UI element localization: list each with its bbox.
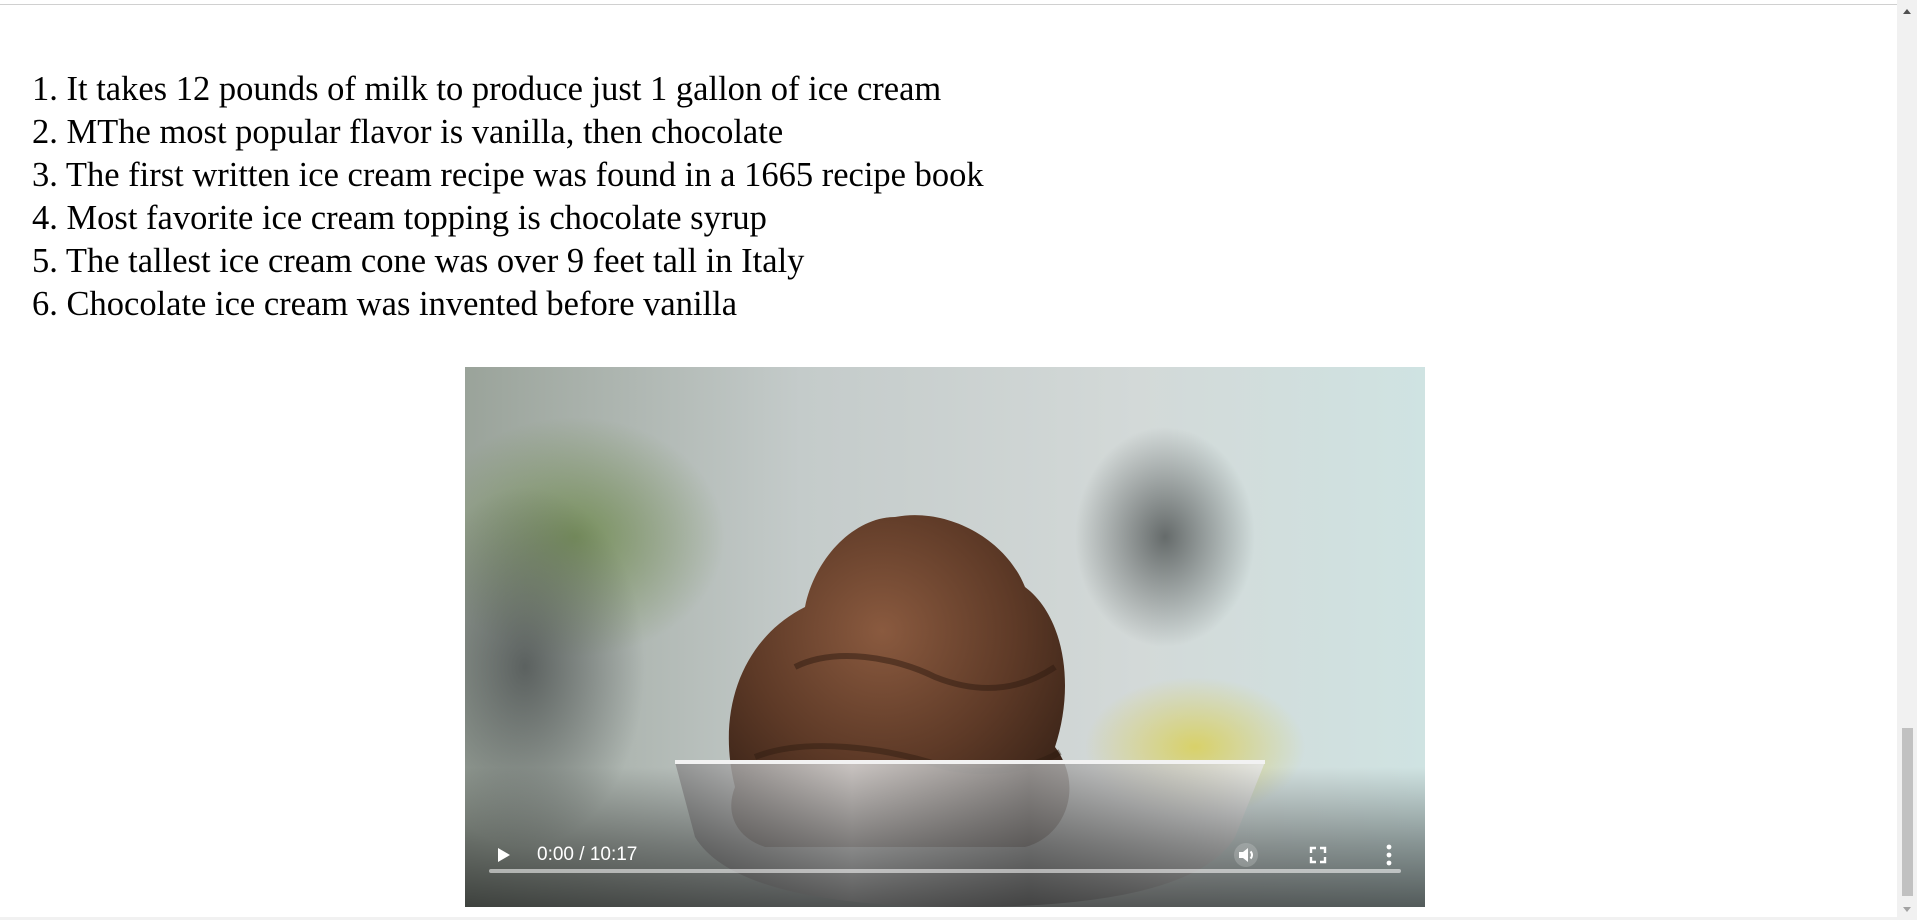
scroll-up-arrow-icon [1903, 8, 1911, 14]
video-player[interactable]: 0:00 / 10:17 [465, 367, 1425, 907]
vertical-scrollbar[interactable] [1897, 0, 1917, 920]
scroll-down-arrow-icon [1903, 906, 1911, 912]
video-progress-bar[interactable] [489, 869, 1401, 873]
mute-button[interactable] [1228, 837, 1264, 873]
more-options-icon [1386, 844, 1392, 866]
more-options-button[interactable] [1371, 837, 1407, 873]
fact-item: 6. Chocolate ice cream was invented befo… [32, 285, 738, 323]
video-time-display: 0:00 / 10:17 [537, 844, 638, 865]
scrollbar-thumb[interactable] [1902, 728, 1913, 896]
play-button[interactable] [485, 837, 521, 873]
top-divider [0, 0, 1897, 5]
ice-cream-facts-list: 1. It takes 12 pounds of milk to produce… [32, 68, 984, 326]
page-content: 1. It takes 12 pounds of milk to produce… [0, 0, 1897, 920]
fact-item: 1. It takes 12 pounds of milk to produce… [32, 70, 942, 108]
volume-icon [1234, 843, 1258, 867]
video-controls: 0:00 / 10:17 [465, 767, 1425, 907]
fullscreen-icon [1309, 846, 1327, 864]
fullscreen-button[interactable] [1300, 837, 1336, 873]
fact-item: 3. The first written ice cream recipe wa… [32, 156, 984, 194]
fact-item: 4. Most favorite ice cream topping is ch… [32, 199, 767, 237]
fact-item: 2. MThe most popular flavor is vanilla, … [32, 113, 784, 151]
scroll-up-button[interactable] [1897, 2, 1917, 19]
scroll-down-button[interactable] [1897, 901, 1917, 918]
fact-item: 5. The tallest ice cream cone was over 9… [32, 242, 805, 280]
play-icon [498, 848, 510, 862]
